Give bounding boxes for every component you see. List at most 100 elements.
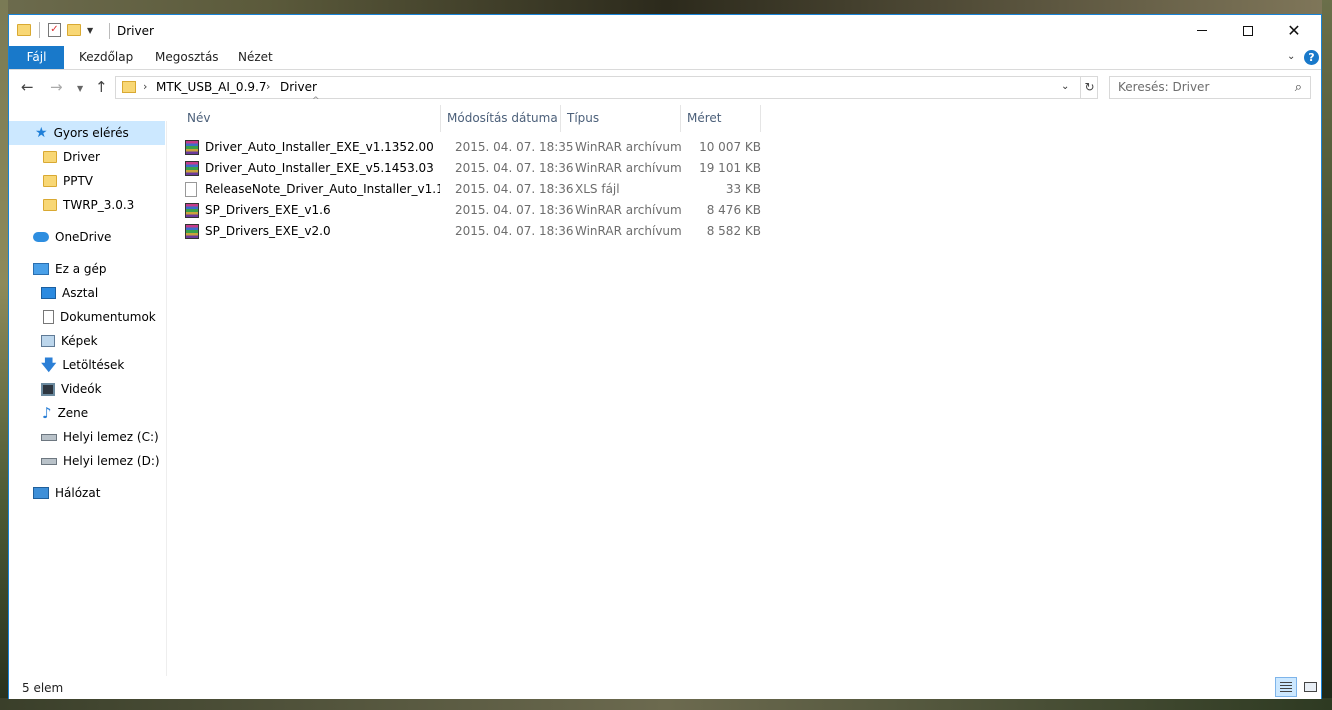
column-header-date[interactable]: Módosítás dátuma (447, 105, 558, 132)
file-row[interactable]: Driver_Auto_Installer_EXE_v5.1453.03 201… (185, 158, 765, 179)
download-arrow-icon: 🡇 (41, 356, 57, 374)
desktop-wallpaper-bottom (0, 698, 1332, 710)
file-name-cell: SP_Drivers_EXE_v1.6 (185, 200, 440, 221)
forward-arrow-icon[interactable]: → (50, 79, 63, 95)
close-icon: ✕ (1287, 20, 1301, 40)
breadcrumb-separator-icon[interactable]: › (266, 80, 270, 93)
breadcrumb-mtk-usb[interactable]: MTK_USB_AI_0.9.7 (156, 80, 266, 94)
winrar-icon (185, 224, 199, 239)
column-divider[interactable] (760, 105, 761, 132)
tab-share[interactable]: Megosztás (155, 46, 219, 69)
file-row[interactable]: SP_Drivers_EXE_v2.0 2015. 04. 07. 18:36 … (185, 221, 765, 242)
file-row[interactable]: ReleaseNote_Driver_Auto_Installer_v1.135… (185, 179, 765, 200)
properties-icon[interactable]: ✓ (48, 23, 61, 37)
search-input[interactable]: Keresés: Driver ⌕ (1109, 76, 1311, 99)
details-view-button[interactable] (1275, 677, 1297, 697)
file-type: WinRAR archívum (575, 224, 682, 238)
file-size: 19 101 KB (699, 161, 761, 175)
file-row[interactable]: Driver_Auto_Installer_EXE_v1.1352.00 201… (185, 137, 765, 158)
minimize-button[interactable] (1179, 15, 1225, 46)
folder-icon (43, 199, 57, 211)
expand-ribbon-chevron-icon[interactable]: ⌄ (1287, 51, 1295, 62)
column-header-name[interactable]: Név (187, 105, 210, 132)
sidebar-item-label: Gyors elérés (53, 126, 129, 140)
sidebar-item-label: Letöltések (62, 358, 125, 372)
file-row[interactable]: SP_Drivers_EXE_v1.6 2015. 04. 07. 18:36 … (185, 200, 765, 221)
up-arrow-icon[interactable]: ↑ (95, 79, 108, 95)
desktop-icon (41, 287, 56, 299)
search-icon: ⌕ (1294, 80, 1302, 95)
file-list: ^ Név Módosítás dátuma Típus Méret Drive… (177, 96, 1317, 676)
desktop-wallpaper-left (0, 0, 8, 710)
file-name-cell: ReleaseNote_Driver_Auto_Installer_v1.135… (185, 179, 440, 200)
sidebar-item-documents[interactable]: Dokumentumok (9, 305, 165, 329)
breadcrumb-separator-icon[interactable]: › (143, 80, 147, 93)
folder-icon (17, 24, 31, 36)
file-name: ReleaseNote_Driver_Auto_Installer_v1.135… (205, 182, 440, 196)
column-divider[interactable] (440, 105, 441, 132)
sidebar-item-driver[interactable]: Driver (9, 145, 165, 169)
sort-ascending-chevron-icon: ^ (312, 96, 320, 106)
sidebar-item-label: TWRP_3.0.3 (63, 198, 135, 212)
file-type: WinRAR archívum (575, 161, 682, 175)
sidebar-item-music[interactable]: ♪ Zene (9, 401, 165, 425)
recent-locations-chevron-icon[interactable]: ▼ (77, 81, 83, 97)
computer-icon (33, 263, 49, 275)
help-icon[interactable]: ? (1304, 50, 1319, 65)
column-divider[interactable] (680, 105, 681, 132)
status-bar: 5 elem (9, 676, 1321, 699)
winrar-icon (185, 161, 199, 176)
back-arrow-icon[interactable]: ← (21, 79, 34, 95)
sidebar-item-downloads[interactable]: 🡇 Letöltések (9, 353, 165, 377)
column-divider[interactable] (560, 105, 561, 132)
video-film-icon (41, 382, 55, 396)
desktop-wallpaper-top (0, 0, 1332, 14)
details-view-icon (1280, 682, 1292, 692)
breadcrumb-driver[interactable]: Driver (280, 80, 317, 94)
title-bar[interactable]: ✓ ▼ Driver ✕ (9, 15, 1321, 46)
address-history-chevron-icon[interactable]: ⌄ (1061, 81, 1069, 92)
tab-home[interactable]: Kezdőlap (79, 46, 133, 69)
sidebar-item-videos[interactable]: Videók (9, 377, 165, 401)
sidebar-item-drive-d[interactable]: Helyi lemez (D:) (9, 449, 165, 473)
sidebar-item-pptv[interactable]: PPTV (9, 169, 165, 193)
sidebar-item-label: Helyi lemez (C:) (63, 430, 159, 444)
search-placeholder: Keresés: Driver (1118, 80, 1210, 94)
address-bar[interactable]: › MTK_USB_AI_0.9.7 › Driver ⌄ ↻ (115, 76, 1098, 99)
file-type: XLS fájl (575, 182, 620, 196)
sidebar-item-label: Zene (57, 406, 89, 420)
sidebar-item-network[interactable]: Hálózat (9, 481, 165, 505)
sidebar-item-onedrive[interactable]: OneDrive (9, 225, 165, 249)
file-date: 2015. 04. 07. 18:36 (455, 224, 574, 238)
file-explorer-window: ✓ ▼ Driver ✕ Fájl Kezdőlap Megosztás Néz… (8, 14, 1322, 699)
sidebar-item-label: Driver (63, 150, 100, 164)
sidebar-item-twrp[interactable]: TWRP_3.0.3 (9, 193, 165, 217)
sidebar-item-label: Videók (61, 382, 102, 396)
column-header-type[interactable]: Típus (567, 105, 599, 132)
sidebar-item-label: Hálózat (55, 486, 101, 500)
refresh-icon[interactable]: ↻ (1080, 77, 1098, 98)
sidebar-item-label: OneDrive (55, 230, 112, 244)
system-drive-icon (41, 433, 57, 441)
onedrive-cloud-icon (33, 232, 49, 242)
sidebar-item-desktop[interactable]: Asztal (9, 281, 165, 305)
sidebar-item-pictures[interactable]: Képek (9, 329, 165, 353)
new-folder-icon[interactable] (67, 24, 81, 36)
customize-toolbar-chevron-icon[interactable]: ▼ (87, 26, 93, 35)
sidebar-item-this-pc[interactable]: Ez a gép (9, 257, 165, 281)
sidebar-item-drive-c[interactable]: Helyi lemez (C:) (9, 425, 165, 449)
file-size: 8 582 KB (706, 224, 761, 238)
file-type: WinRAR archívum (575, 203, 682, 217)
maximize-icon (1243, 25, 1253, 36)
column-header-size[interactable]: Méret (687, 105, 722, 132)
tab-file[interactable]: Fájl (9, 46, 64, 69)
toolbar-separator (39, 22, 40, 38)
sidebar-item-label: Ez a gép (55, 262, 107, 276)
large-icons-view-button[interactable] (1299, 677, 1321, 697)
sidebar-item-quick-access[interactable]: ★ Gyors elérés (9, 121, 165, 145)
maximize-button[interactable] (1225, 15, 1271, 46)
tab-view[interactable]: Nézet (238, 46, 273, 69)
file-name: SP_Drivers_EXE_v1.6 (205, 203, 331, 217)
file-icon (185, 182, 197, 197)
close-button[interactable]: ✕ (1271, 15, 1317, 46)
